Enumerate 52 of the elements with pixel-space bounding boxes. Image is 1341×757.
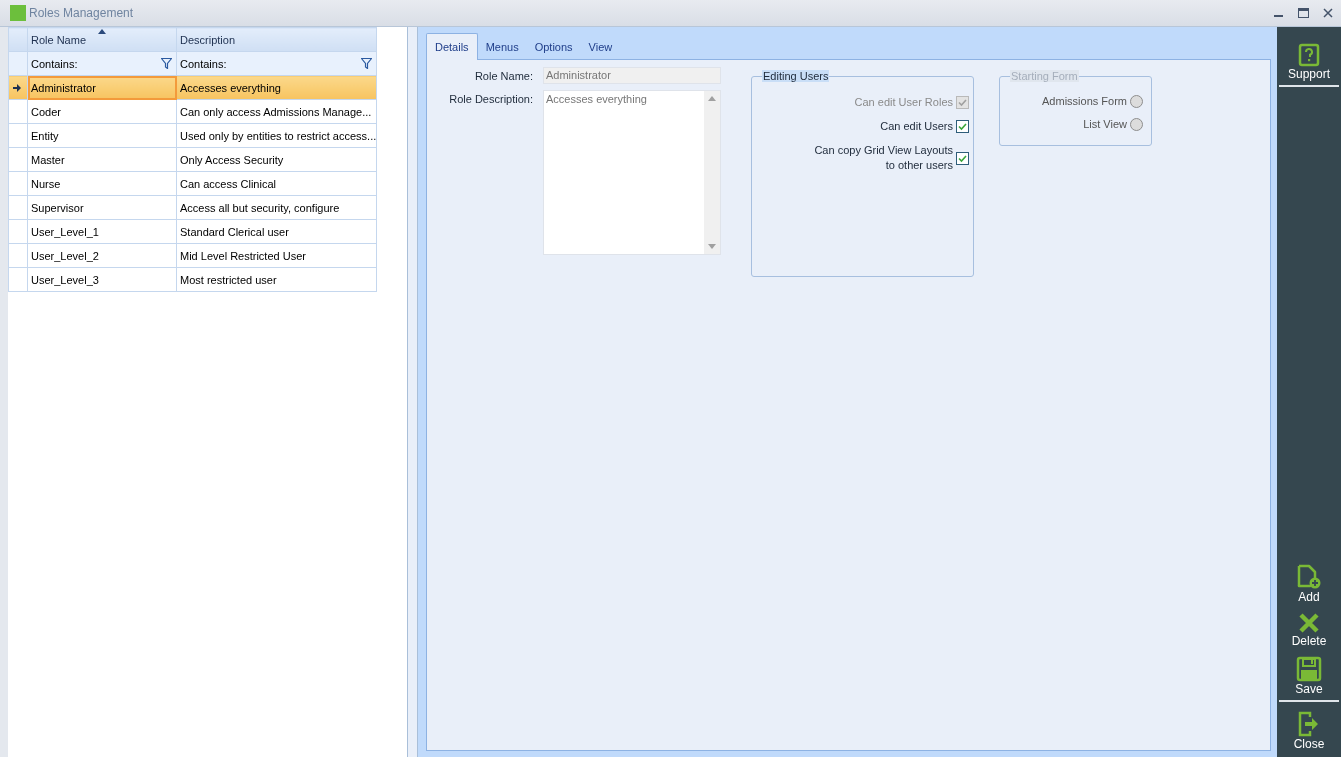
- tab[interactable]: Menus: [477, 34, 527, 59]
- filter-icon[interactable]: [161, 58, 172, 69]
- filter-condition[interactable]: Contains:: [31, 57, 78, 70]
- table-cell[interactable]: Access all but security, configure: [176, 195, 377, 220]
- table-cell[interactable]: Supervisor: [27, 195, 177, 220]
- table-cell[interactable]: Master: [27, 147, 177, 172]
- delete-button[interactable]: Delete: [1279, 610, 1339, 650]
- table-cell[interactable]: Can only access Admissions Manage...: [176, 99, 377, 124]
- field-label: Role Description:: [448, 92, 533, 107]
- add-button[interactable]: Add: [1279, 562, 1339, 606]
- table-cell[interactable]: Nurse: [27, 171, 177, 196]
- checkbox-label[interactable]: Can edit Users: [880, 119, 953, 134]
- save-icon: [1296, 656, 1322, 682]
- table-cell[interactable]: Accesses everything: [176, 75, 377, 100]
- add-document-icon: [1296, 564, 1322, 590]
- save-button[interactable]: Save: [1279, 654, 1339, 698]
- table-cell[interactable]: Administrator: [27, 75, 177, 100]
- group-title: Editing Users: [762, 70, 830, 82]
- maximize-icon[interactable]: [1298, 8, 1309, 18]
- checkbox-label[interactable]: Can copy Grid View Layouts to other users: [814, 143, 953, 173]
- field-label: Role Name:: [473, 69, 533, 84]
- current-row-icon: [13, 83, 21, 92]
- table-cell[interactable]: User_Level_1: [27, 219, 177, 244]
- checkbox[interactable]: [956, 151, 969, 165]
- app-logo-icon: [10, 5, 26, 21]
- table-cell[interactable]: Entity: [27, 123, 177, 148]
- close-button[interactable]: Close: [1279, 709, 1339, 753]
- support-button[interactable]: Support: [1279, 41, 1339, 83]
- table-cell[interactable]: Can access Clinical: [176, 171, 377, 196]
- table-cell[interactable]: Coder: [27, 99, 177, 124]
- checkbox[interactable]: [956, 120, 969, 133]
- close-icon[interactable]: [1323, 8, 1333, 18]
- filter-icon[interactable]: [361, 58, 372, 69]
- filter-condition[interactable]: Contains:: [180, 57, 227, 70]
- tab[interactable]: Options: [526, 34, 581, 59]
- group-title: Starting Form: [1010, 70, 1079, 82]
- column-header[interactable]: Role Name: [27, 27, 177, 52]
- tab[interactable]: Details: [426, 33, 478, 60]
- table-cell[interactable]: Most restricted user: [176, 267, 377, 292]
- exit-icon: [1298, 711, 1320, 737]
- help-icon: [1298, 43, 1320, 67]
- delete-icon: [1298, 612, 1320, 634]
- table-cell[interactable]: Mid Level Restricted User: [176, 243, 377, 268]
- role-name-field[interactable]: Administrator: [543, 67, 721, 84]
- tab[interactable]: View: [580, 34, 621, 59]
- table-cell[interactable]: Standard Clerical user: [176, 219, 377, 244]
- table-cell[interactable]: Used only by entities to restrict access...: [176, 123, 377, 148]
- column-header[interactable]: Description: [176, 27, 377, 52]
- table-cell[interactable]: User_Level_2: [27, 243, 177, 268]
- window-title: Roles Management: [29, 6, 135, 20]
- table-cell[interactable]: Only Access Security: [176, 147, 377, 172]
- table-cell[interactable]: User_Level_3: [27, 267, 177, 292]
